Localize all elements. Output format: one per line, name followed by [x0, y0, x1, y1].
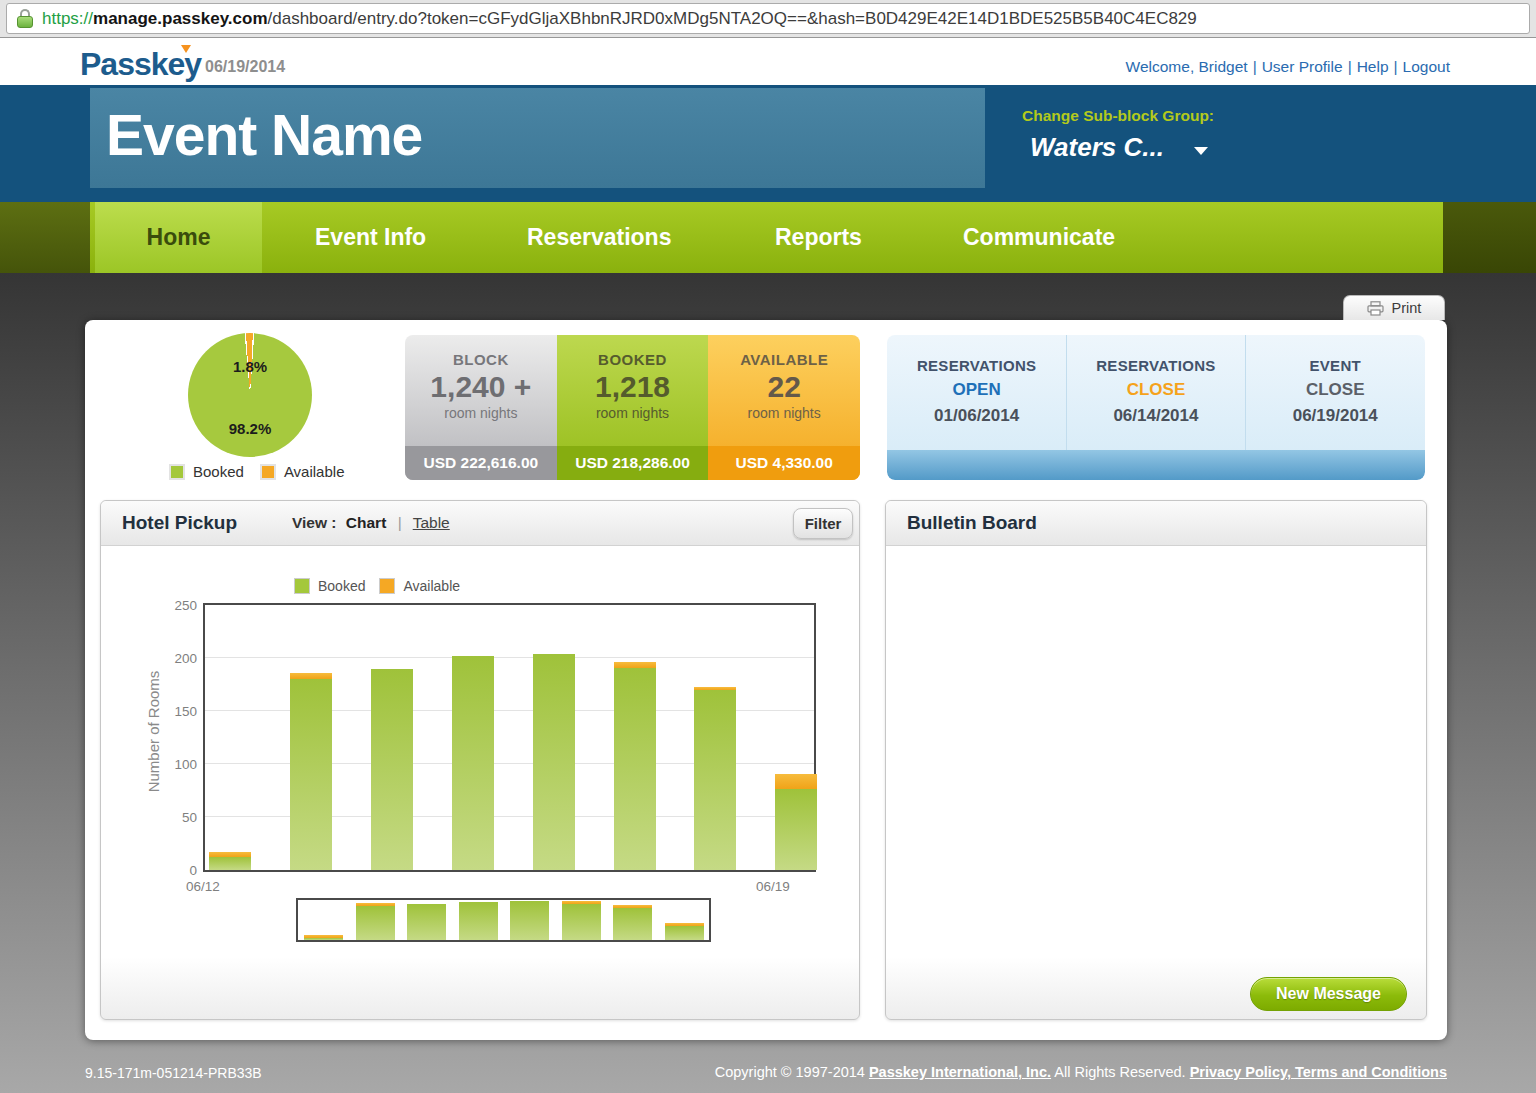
hotel-pickup-header: Hotel Pickup View : Chart | Table Filter [101, 501, 859, 546]
booked-swatch [294, 578, 310, 594]
x-tick-end: 06/19 [743, 879, 803, 894]
user-profile-link[interactable]: User Profile [1262, 58, 1343, 75]
app-header: Passkey 06/19/2014 Welcome, Bridget|User… [0, 39, 1536, 85]
event-banner: Event Name Change Sub-block Group: Water… [0, 85, 1536, 202]
available-usd: USD 4,330.00 [708, 446, 860, 480]
view-controls: View : Chart | Table [292, 514, 450, 532]
new-message-button[interactable]: New Message [1250, 977, 1407, 1011]
url-path: /dashboard/entry.do?token=cGFydGljaXBhbn… [268, 9, 1197, 29]
nav-tab-event-info[interactable]: Event Info [315, 202, 426, 273]
help-link[interactable]: Help [1357, 58, 1389, 75]
hotel-pickup-panel: Hotel Pickup View : Chart | Table Filter… [100, 500, 860, 1020]
passkey-logo: Passkey [80, 46, 201, 83]
nav-tab-home[interactable]: Home [95, 202, 262, 273]
available-stat: AVAILABLE 22 room nights USD 4,330.00 [708, 335, 860, 480]
x-tick-start: 06/12 [173, 879, 233, 894]
pie-available-pct: 1.8% [200, 358, 300, 375]
reservations-open: RESERVATIONS OPEN 01/06/2014 [887, 335, 1066, 450]
available-swatch [260, 464, 276, 480]
occupancy-pie-chart [188, 333, 312, 457]
header-date: 06/19/2014 [205, 58, 285, 76]
view-chart-toggle[interactable]: Chart [346, 514, 386, 531]
bar-06/16 [533, 654, 575, 870]
url-field[interactable]: https://manage.passkey.com/dashboard/ent… [6, 3, 1530, 34]
bar-06/13 [290, 673, 332, 870]
header-links: Welcome, Bridget|User Profile|Help|Logou… [1126, 58, 1450, 76]
subblock-group-dropdown[interactable]: Waters C... [1030, 132, 1164, 163]
event-name-box: Event Name [90, 88, 985, 188]
lock-icon [17, 9, 33, 28]
room-night-stats: BLOCK 1,240 + room nights USD 222,616.00… [405, 335, 860, 480]
view-table-toggle[interactable]: Table [413, 514, 450, 531]
available-swatch [379, 578, 395, 594]
booked-usd: USD 218,286.00 [557, 446, 709, 480]
legal-link[interactable]: Privacy Policy, Terms and Conditions [1190, 1064, 1447, 1080]
bar-06/18 [694, 687, 736, 870]
welcome-text: Welcome, Bridget [1126, 58, 1248, 75]
company-link[interactable]: Passkey International, Inc. [869, 1064, 1051, 1080]
url-domain: manage.passkey.com [93, 9, 268, 29]
bar-06/19 [775, 774, 817, 870]
change-subblock-label: Change Sub-block Group: [1022, 107, 1214, 125]
event-name-title: Event Name [106, 102, 422, 168]
hotel-pickup-title: Hotel Pickup [122, 512, 237, 534]
footer-version: 9.15-171m-051214-PRB33B [85, 1065, 262, 1081]
block-usd: USD 222,616.00 [405, 446, 557, 480]
bulletin-board-header: Bulletin Board [886, 501, 1426, 546]
booked-stat: BOOKED 1,218 room nights USD 218,286.00 [557, 335, 709, 480]
logout-link[interactable]: Logout [1403, 58, 1450, 75]
bulletin-board-title: Bulletin Board [907, 512, 1037, 534]
bar-06/14 [371, 669, 413, 870]
nav-tab-reservations[interactable]: Reservations [527, 202, 671, 273]
browser-url-bar: https://manage.passkey.com/dashboard/ent… [0, 0, 1536, 38]
page-background: Print 1.8% 98.2% Booked Available BLOCK … [0, 273, 1536, 1093]
printer-icon [1367, 301, 1384, 316]
y-axis-label: Number of Rooms [145, 652, 162, 812]
dashboard-panel: Print 1.8% 98.2% Booked Available BLOCK … [85, 320, 1447, 1040]
url-scheme: https:// [42, 9, 93, 29]
filter-button[interactable]: Filter [793, 508, 853, 539]
event-close: EVENT CLOSE 06/19/2014 [1246, 335, 1425, 450]
pie-legend: Booked Available [169, 463, 344, 480]
bar-06/15 [452, 656, 494, 870]
nav-tab-reports[interactable]: Reports [775, 202, 862, 273]
main-nav: Home Event Info Reservations Reports Com… [0, 202, 1536, 273]
logo-caret-icon [181, 45, 191, 53]
reservations-close: RESERVATIONS CLOSE 06/14/2014 [1066, 335, 1245, 450]
pie-booked-pct: 98.2% [200, 420, 300, 437]
booked-swatch [169, 464, 185, 480]
dropdown-caret-icon[interactable] [1194, 147, 1208, 155]
event-dates-panel: RESERVATIONS OPEN 01/06/2014 RESERVATION… [887, 335, 1425, 480]
nav-tab-communicate[interactable]: Communicate [963, 202, 1115, 273]
dates-panel-footer [887, 450, 1425, 480]
chart-legend: Booked Available [294, 578, 460, 594]
block-stat: BLOCK 1,240 + room nights USD 222,616.00 [405, 335, 557, 480]
bar-06/12 [209, 852, 251, 870]
pickup-bar-chart [203, 603, 816, 872]
print-button[interactable]: Print [1343, 295, 1445, 320]
bar-06/17 [614, 662, 656, 870]
footer-copyright: Copyright © 1997-2014 Passkey Internatio… [715, 1064, 1447, 1080]
pickup-overview-chart[interactable] [296, 898, 711, 942]
bulletin-board-panel: Bulletin Board New Message [885, 500, 1427, 1020]
